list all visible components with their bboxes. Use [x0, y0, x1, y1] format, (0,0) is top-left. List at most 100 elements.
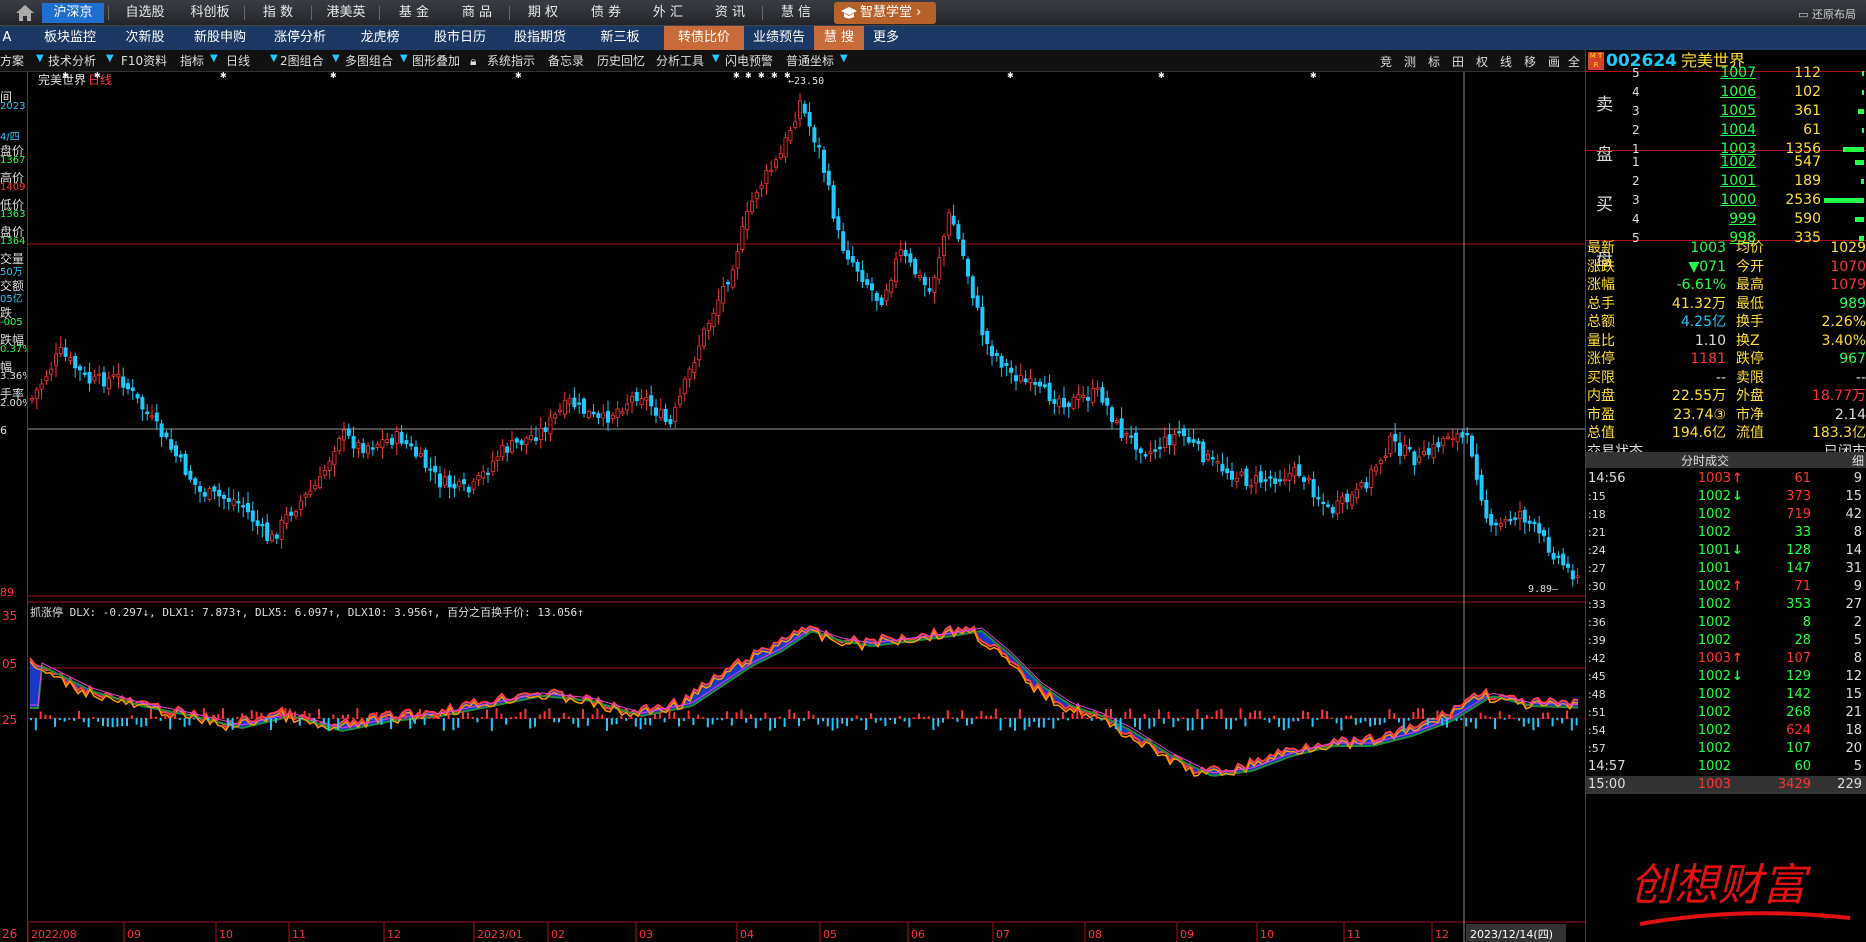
- tick-row[interactable]: :42 1003 ↑ 107 8: [1586, 650, 1866, 668]
- tick-row[interactable]: 15:00 1003 3429 229: [1586, 776, 1866, 794]
- tab-huixin[interactable]: 慧 信: [766, 3, 826, 23]
- tick-count: 27: [1845, 597, 1862, 612]
- toolbar-system-indicator[interactable]: 系统指示: [487, 53, 535, 69]
- candle-body: [1441, 438, 1446, 446]
- tick-row[interactable]: :45 1002 ↓ 129 12: [1586, 668, 1866, 686]
- secbar-index-futures[interactable]: 股指期货: [505, 26, 575, 50]
- tick-row[interactable]: 14:56 1003 ↑ 61 9: [1586, 470, 1866, 488]
- secbar-limit-up[interactable]: 涨停分析: [265, 26, 335, 50]
- histogram-bar: [466, 712, 469, 719]
- sell-level-row[interactable]: 2 1004 61: [1586, 120, 1866, 141]
- tick-row[interactable]: :27 1001 147 31: [1586, 560, 1866, 578]
- buy-level-row[interactable]: 4 999 590: [1586, 209, 1866, 230]
- toolbar-line-icon[interactable]: 线: [1500, 53, 1512, 70]
- buy-level-row[interactable]: 1 1002 547: [1586, 152, 1866, 173]
- secbar-more[interactable]: 更多: [866, 26, 906, 50]
- tab-forex[interactable]: 外 汇: [638, 3, 698, 23]
- home-icon[interactable]: [14, 3, 36, 23]
- toolbar-f10[interactable]: F10资料: [121, 53, 167, 69]
- secbar-new-stocks[interactable]: 次新股: [115, 26, 175, 50]
- smart-school-button[interactable]: 智慧学堂 ›: [834, 2, 936, 24]
- toolbar-normal-coord[interactable]: 普通坐标: [786, 53, 834, 69]
- secbar-cb-compare[interactable]: 转债比价: [664, 26, 744, 50]
- toolbar-grid-icon[interactable]: 田: [1452, 53, 1464, 70]
- tick-row[interactable]: :36 1002 8 2: [1586, 614, 1866, 632]
- sell-level-row[interactable]: 4 1006 102: [1586, 82, 1866, 103]
- tick-row[interactable]: :54 1002 624 18: [1586, 722, 1866, 740]
- kline-chart-svg[interactable]: 完美世界 日线 ←23.509.89—✱ ✱ ✱ ✱ ✱ ✱ ✱ ✱ ✱ ✱ ✱ ✱ ✱689抓涨停 DLX…: [0, 71, 1585, 942]
- sell-level-row[interactable]: 5 1007 112: [1586, 63, 1866, 84]
- toolbar-tech-analysis[interactable]: 技术分析: [48, 53, 96, 69]
- dropdown-arrow-icon[interactable]: ▼: [840, 53, 848, 64]
- secbar-ipo[interactable]: 新股申购: [185, 26, 255, 50]
- buy-level-row[interactable]: 3 1000 2536: [1586, 190, 1866, 211]
- secbar-huisou[interactable]: 慧 搜: [814, 26, 864, 50]
- tick-row[interactable]: :57 1002 107 20: [1586, 740, 1866, 758]
- tick-row[interactable]: :18 1002 719 42: [1586, 506, 1866, 524]
- tab-commodities[interactable]: 商 品: [447, 3, 507, 23]
- tick-row[interactable]: :33 1002 353 27: [1586, 596, 1866, 614]
- kline-chart-area[interactable]: 完美世界 日线 ←23.50 9.89— ✱ ✱ ✱ ✱ ✱ ✱ ✱ ✱ ✱ ✱ ✱ ✱ ✱ 6 89 抓涨停 DLX…: [0, 71, 1585, 942]
- toolbar-draw-icon[interactable]: 画: [1548, 53, 1560, 70]
- candle-body: [1412, 451, 1417, 466]
- secbar-earnings-preview[interactable]: 业绩预告: [746, 26, 812, 50]
- secbar-market-calendar[interactable]: 股市日历: [425, 26, 495, 50]
- tab-star-market[interactable]: 科创板: [180, 3, 240, 23]
- toolbar-scheme[interactable]: 方案: [0, 53, 24, 69]
- secbar-neeq[interactable]: 新三板: [585, 26, 655, 50]
- candle-body: [1244, 468, 1249, 486]
- toolbar-analysis-tools[interactable]: 分析工具: [656, 53, 704, 69]
- dropdown-arrow-icon[interactable]: ▼: [210, 53, 218, 64]
- tab-hk-us[interactable]: 港美英: [316, 3, 376, 23]
- secbar-sector-monitor[interactable]: 板块监控: [30, 26, 110, 50]
- tick-header-detail[interactable]: 细: [1852, 452, 1864, 469]
- buy-level-row[interactable]: 2 1001 189: [1586, 171, 1866, 192]
- tab-funds[interactable]: 基 金: [384, 3, 444, 23]
- toolbar-rights-icon[interactable]: 权: [1476, 53, 1488, 70]
- event-marker-icon: ✱: [784, 72, 791, 80]
- toolbar-mark-icon[interactable]: 标: [1428, 53, 1440, 70]
- tick-row[interactable]: :51 1002 268 21: [1586, 704, 1866, 722]
- dropdown-arrow-icon[interactable]: ▼: [106, 53, 114, 64]
- tab-news[interactable]: 资 讯: [700, 3, 760, 23]
- tab-options[interactable]: 期 权: [513, 3, 573, 23]
- histogram-bar: [1532, 718, 1535, 731]
- candle-body: [1561, 553, 1566, 566]
- secbar-cut-item[interactable]: A: [0, 26, 14, 50]
- toolbar-overlay[interactable]: 图形叠加: [412, 53, 460, 69]
- toolbar-memo[interactable]: 备忘录: [548, 53, 584, 69]
- tick-row[interactable]: :15 1002 ↓ 373 15: [1586, 488, 1866, 506]
- tick-row[interactable]: 14:57 1002 60 5: [1586, 758, 1866, 776]
- tick-row[interactable]: :48 1002 142 15: [1586, 686, 1866, 704]
- dropdown-arrow-icon[interactable]: ▼: [332, 53, 340, 64]
- lock-icon[interactable]: 🔒︎: [470, 53, 476, 69]
- histogram-bar: [476, 718, 479, 723]
- toolbar-two-chart[interactable]: 2图组合: [280, 53, 324, 69]
- toolbar-flash-alert[interactable]: 闪电预警: [725, 53, 773, 69]
- histogram-bar: [116, 718, 119, 727]
- restore-layout-button[interactable]: ▭ 还原布局: [1798, 6, 1856, 22]
- tab-hushenjing[interactable]: 沪深京: [42, 3, 104, 23]
- tick-row[interactable]: :24 1001 ↓ 128 14: [1586, 542, 1866, 560]
- toolbar-daily[interactable]: 日线: [226, 53, 250, 69]
- toolbar-bid-icon[interactable]: 竞: [1380, 53, 1392, 70]
- toolbar-indicator[interactable]: 指标: [180, 53, 204, 69]
- toolbar-move-icon[interactable]: 移: [1524, 53, 1536, 70]
- tab-watchlist[interactable]: 自选股: [115, 3, 175, 23]
- tick-row[interactable]: :30 1002 ↑ 71 9: [1586, 578, 1866, 596]
- dropdown-arrow-icon[interactable]: ▼: [36, 53, 44, 64]
- toolbar-fullscreen-icon[interactable]: 全: [1568, 53, 1580, 70]
- candle-body: [865, 279, 870, 285]
- toolbar-measure-icon[interactable]: 测: [1404, 53, 1416, 70]
- toolbar-multi-chart[interactable]: 多图组合: [345, 53, 393, 69]
- dropdown-arrow-icon[interactable]: ▼: [400, 53, 408, 64]
- dropdown-arrow-icon[interactable]: ▼: [270, 53, 278, 64]
- secbar-dragon-tiger[interactable]: 龙虎榜: [350, 26, 410, 50]
- toolbar-history[interactable]: 历史回忆: [597, 53, 645, 69]
- tick-row[interactable]: :39 1002 28 5: [1586, 632, 1866, 650]
- sell-level-row[interactable]: 3 1005 361: [1586, 101, 1866, 122]
- dropdown-arrow-icon[interactable]: ▼: [712, 53, 720, 64]
- tab-index[interactable]: 指 数: [248, 3, 308, 23]
- tab-bonds[interactable]: 债 券: [576, 3, 636, 23]
- tick-row[interactable]: :21 1002 33 8: [1586, 524, 1866, 542]
